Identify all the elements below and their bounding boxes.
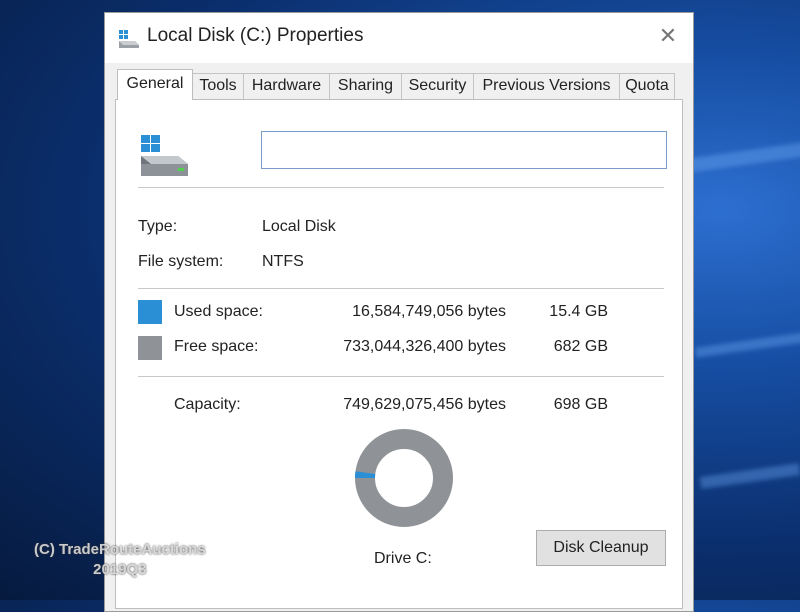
close-button[interactable]: ✕ [655,23,681,49]
used-space-size: 15.4 GB [549,303,608,320]
used-space-bytes: 16,584,749,056 bytes [352,303,506,320]
watermark: (C) TradeRouteAuctions 2019Q3 [34,540,206,580]
tab-quota[interactable]: Quota [619,73,675,99]
watermark-line-2: 2019Q3 [93,561,147,578]
tab-general[interactable]: General [117,69,193,100]
type-value: Local Disk [262,218,336,235]
capacity-label: Capacity: [174,396,241,413]
usage-donut-chart [355,429,453,527]
window-title: Local Disk (C:) Properties [147,25,364,46]
tab-tools[interactable]: Tools [192,73,244,99]
tab-security[interactable]: Security [401,73,474,99]
drive-icon [119,30,139,48]
free-space-label: Free space: [174,338,259,355]
drive-label: Drive C: [374,550,432,567]
title-bar[interactable]: Local Disk (C:) Properties ✕ [105,13,693,63]
free-space-size: 682 GB [553,338,608,355]
divider [138,187,664,188]
close-icon: ✕ [658,23,678,48]
volume-label-input[interactable] [261,131,667,169]
file-system-label: File system: [138,253,224,270]
divider [138,376,664,377]
free-space-swatch [138,336,162,360]
watermark-line-1: (C) TradeRouteAuctions [34,541,206,558]
properties-window: Local Disk (C:) Properties ✕ General Too… [104,12,694,612]
capacity-bytes: 749,629,075,456 bytes [343,396,506,413]
file-system-value: NTFS [262,253,304,270]
used-space-swatch [138,300,162,324]
drive-icon [141,135,188,176]
tab-previous-versions[interactable]: Previous Versions [473,73,620,99]
tab-sharing[interactable]: Sharing [329,73,402,99]
desktop-light-streak [689,141,800,173]
disk-cleanup-button[interactable]: Disk Cleanup [536,530,666,566]
capacity-size: 698 GB [553,396,608,413]
used-space-label: Used space: [174,303,263,320]
type-label: Type: [138,218,178,235]
desktop-light-streak [699,463,800,489]
desktop-light-streak [694,332,800,358]
general-panel: Type: Local Disk File system: NTFS Used … [115,99,683,609]
tab-hardware[interactable]: Hardware [243,73,330,99]
donut-free-ring [355,429,453,527]
free-space-bytes: 733,044,326,400 bytes [343,338,506,355]
divider [138,288,664,289]
